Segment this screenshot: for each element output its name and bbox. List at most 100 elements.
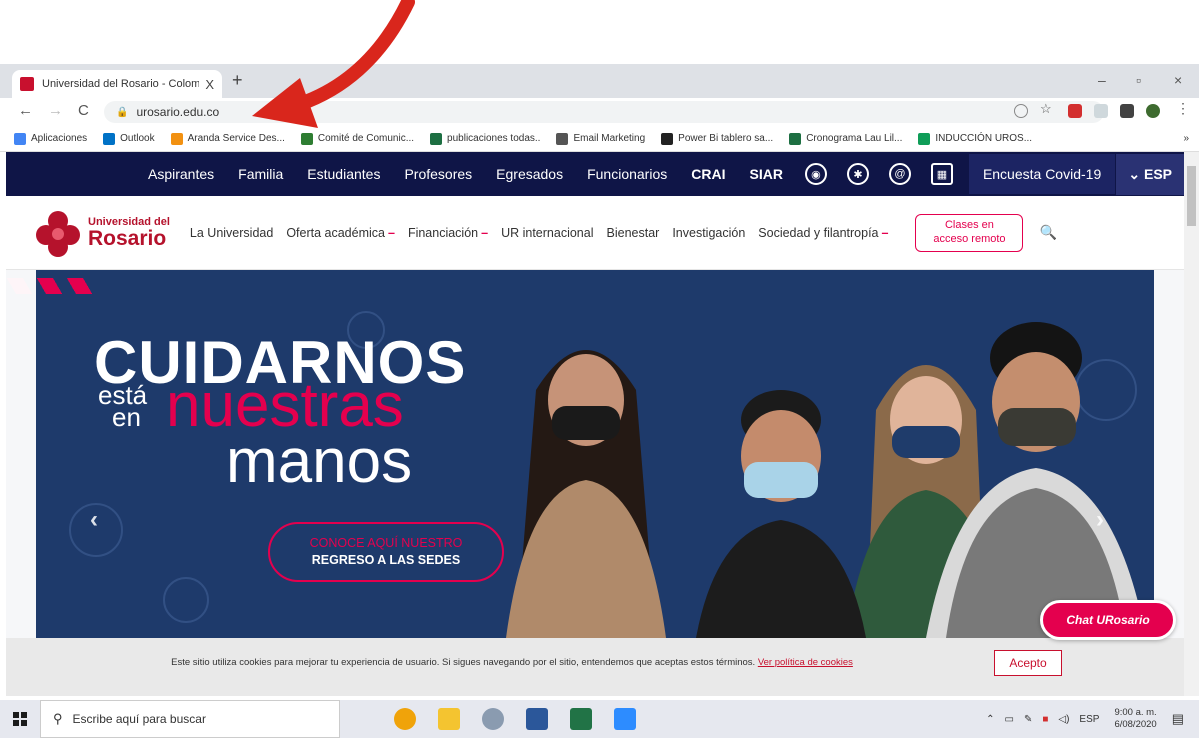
more-bookmarks-button[interactable]: » [1183, 133, 1189, 144]
kebab-menu-icon[interactable]: ⋮ [1176, 100, 1190, 116]
menu-item[interactable]: Investigación [672, 226, 745, 240]
extension-icon[interactable] [1094, 104, 1108, 118]
avatar[interactable] [1146, 104, 1160, 118]
nav-item-aspirantes[interactable]: Aspirantes [136, 166, 226, 182]
menu-item-label: Oferta académica [286, 225, 385, 240]
bookmark-icon [789, 132, 802, 145]
start-button[interactable] [0, 700, 40, 738]
bookmark-item[interactable]: publicaciones todas.. [430, 132, 541, 145]
cookie-policy-link[interactable]: Ver política de cookies [758, 657, 853, 668]
puzzle-icon[interactable] [1120, 104, 1134, 118]
nav-item-egresados[interactable]: Egresados [484, 166, 575, 182]
restore-button[interactable]: ▫ [1136, 72, 1141, 88]
url-text: urosario.edu.co [136, 105, 220, 119]
menu-item-label: La Universidad [189, 225, 274, 240]
email-icon[interactable]: @ [888, 163, 911, 185]
hero-button-line-1: CONOCE AQUÍ NUESTRO [309, 536, 463, 551]
word-app-icon[interactable] [526, 708, 548, 730]
bookmark-item[interactable]: Email Marketing [556, 132, 645, 145]
bookmark-icon [300, 132, 313, 145]
library-icon[interactable]: ◉ [804, 163, 827, 185]
windows-taskbar: ⚲ Escribe aquí para buscar ⌃ ▭ ✎ ■ ◁) ES… [0, 700, 1199, 738]
bookmark-item[interactable]: INDUCCIÓN UROS... [918, 132, 1032, 145]
notifications-icon[interactable]: ▤ [1172, 711, 1184, 727]
bookmark-label: Cronograma Lau Lil... [806, 133, 903, 144]
chat-button[interactable]: Chat URosario [1040, 600, 1176, 640]
bookmark-icon [430, 132, 443, 145]
nav-item-siar[interactable]: SIAR [737, 166, 794, 182]
menu-item[interactable]: UR internacional [501, 226, 593, 240]
chrome-app-icon[interactable] [394, 708, 416, 730]
tab-close-icon[interactable]: X [205, 77, 214, 92]
zoom-app-icon[interactable] [614, 708, 636, 730]
search-icon[interactable]: 🔍 [1039, 224, 1056, 241]
menu-item[interactable]: Sociedad y filantropía – [758, 226, 888, 240]
cookie-text-block: Este sitio utiliza cookies para mejorar … [92, 656, 932, 670]
network-icon[interactable]: ▭ [1005, 714, 1014, 725]
back-button[interactable]: ← [18, 102, 33, 119]
language-indicator[interactable]: ESP [1079, 714, 1099, 725]
clock[interactable]: 9:00 a. m. 6/08/2020 [1114, 707, 1156, 732]
extension-icon[interactable] [1068, 104, 1082, 118]
snowflake-icon[interactable]: ✱ [846, 163, 869, 185]
tab-title: Universidad del Rosario - Colom [42, 78, 200, 90]
qr-icon[interactable]: ▦ [930, 163, 953, 185]
return-to-campus-button[interactable]: CONOCE AQUÍ NUESTRO REGRESO A LAS SEDES [268, 522, 504, 582]
chevron-up-icon[interactable]: ⌃ [986, 714, 994, 725]
bookmark-item[interactable]: Aplicaciones [14, 132, 87, 145]
antivirus-icon[interactable]: ■ [1042, 714, 1048, 725]
covid-survey-link[interactable]: Encuesta Covid-19 [968, 154, 1116, 194]
minimize-button[interactable]: – [1098, 72, 1106, 88]
bookmark-label: Aranda Service Des... [187, 133, 285, 144]
excel-app-icon[interactable] [570, 708, 592, 730]
bookmark-label: Power Bi tablero sa... [678, 133, 774, 144]
bookmark-item[interactable]: Comité de Comunic... [300, 132, 414, 145]
file-explorer-icon[interactable] [438, 708, 460, 730]
zoom-icon[interactable] [1014, 104, 1028, 118]
star-icon[interactable]: ☆ [1040, 101, 1054, 116]
forward-button[interactable]: → [48, 102, 63, 119]
lock-icon: 🔒 [116, 106, 129, 118]
bookmark-item[interactable]: Power Bi tablero sa... [661, 132, 774, 145]
site-top-nav: Aspirantes Familia Estudiantes Profesore… [6, 152, 1184, 196]
remote-classes-button[interactable]: Clases en acceso remoto [915, 213, 1024, 252]
windows-icon [13, 712, 27, 726]
volume-icon[interactable]: ◁) [1058, 714, 1069, 725]
app-icon[interactable] [482, 708, 504, 730]
bookmark-item[interactable]: Outlook [103, 132, 155, 145]
bookmark-item[interactable]: Aranda Service Des... [170, 132, 285, 145]
university-logo[interactable]: Universidad del Rosario [34, 207, 170, 259]
close-window-button[interactable]: × [1174, 72, 1182, 88]
nav-item-familia[interactable]: Familia [226, 166, 295, 182]
hero-banner: CUIDARNOS está en nuestras manos CONOCE … [6, 270, 1184, 638]
nav-item-estudiantes[interactable]: Estudiantes [295, 166, 392, 182]
bookmark-icon [918, 132, 931, 145]
taskbar-search-input[interactable]: ⚲ Escribe aquí para buscar [40, 700, 340, 738]
pen-icon[interactable]: ✎ [1024, 714, 1032, 725]
accept-cookies-button[interactable]: Acepto [994, 650, 1062, 676]
cta-line-2: acceso remoto [933, 232, 1006, 245]
bookmark-label: publicaciones todas.. [447, 133, 541, 144]
carousel-prev-icon[interactable]: ‹ [90, 506, 98, 534]
hero-button-line-2: REGRESO A LAS SEDES [311, 553, 461, 567]
nav-item-crai[interactable]: CRAI [679, 166, 737, 182]
language-selector[interactable]: ⌄ ESP [1116, 153, 1184, 195]
menu-item[interactable]: La Universidad [190, 226, 273, 240]
menu-item[interactable]: Financiación – [408, 226, 488, 240]
nav-item-profesores[interactable]: Profesores [392, 166, 484, 182]
person-image-4 [926, 322, 1146, 638]
reload-button[interactable]: C [78, 102, 89, 119]
bookmark-item[interactable]: Cronograma Lau Lil... [789, 132, 903, 145]
page-scrollbar[interactable] [1184, 152, 1199, 696]
nav-item-funcionarios[interactable]: Funcionarios [575, 166, 679, 182]
carousel-next-icon[interactable]: › [1096, 506, 1104, 534]
browser-tab[interactable]: Universidad del Rosario - Colom X [12, 70, 222, 98]
menu-item[interactable]: Oferta académica – [286, 226, 395, 240]
scrollbar-thumb[interactable] [1187, 166, 1196, 226]
bookmark-icon [170, 132, 183, 145]
site-header: Universidad del Rosario La Universidad Of… [6, 196, 1184, 270]
hero-left-margin [6, 270, 36, 638]
menu-item[interactable]: Bienestar [607, 226, 660, 240]
new-tab-button[interactable]: + [232, 70, 243, 91]
url-bar[interactable]: 🔒 urosario.edu.co [104, 101, 1104, 123]
